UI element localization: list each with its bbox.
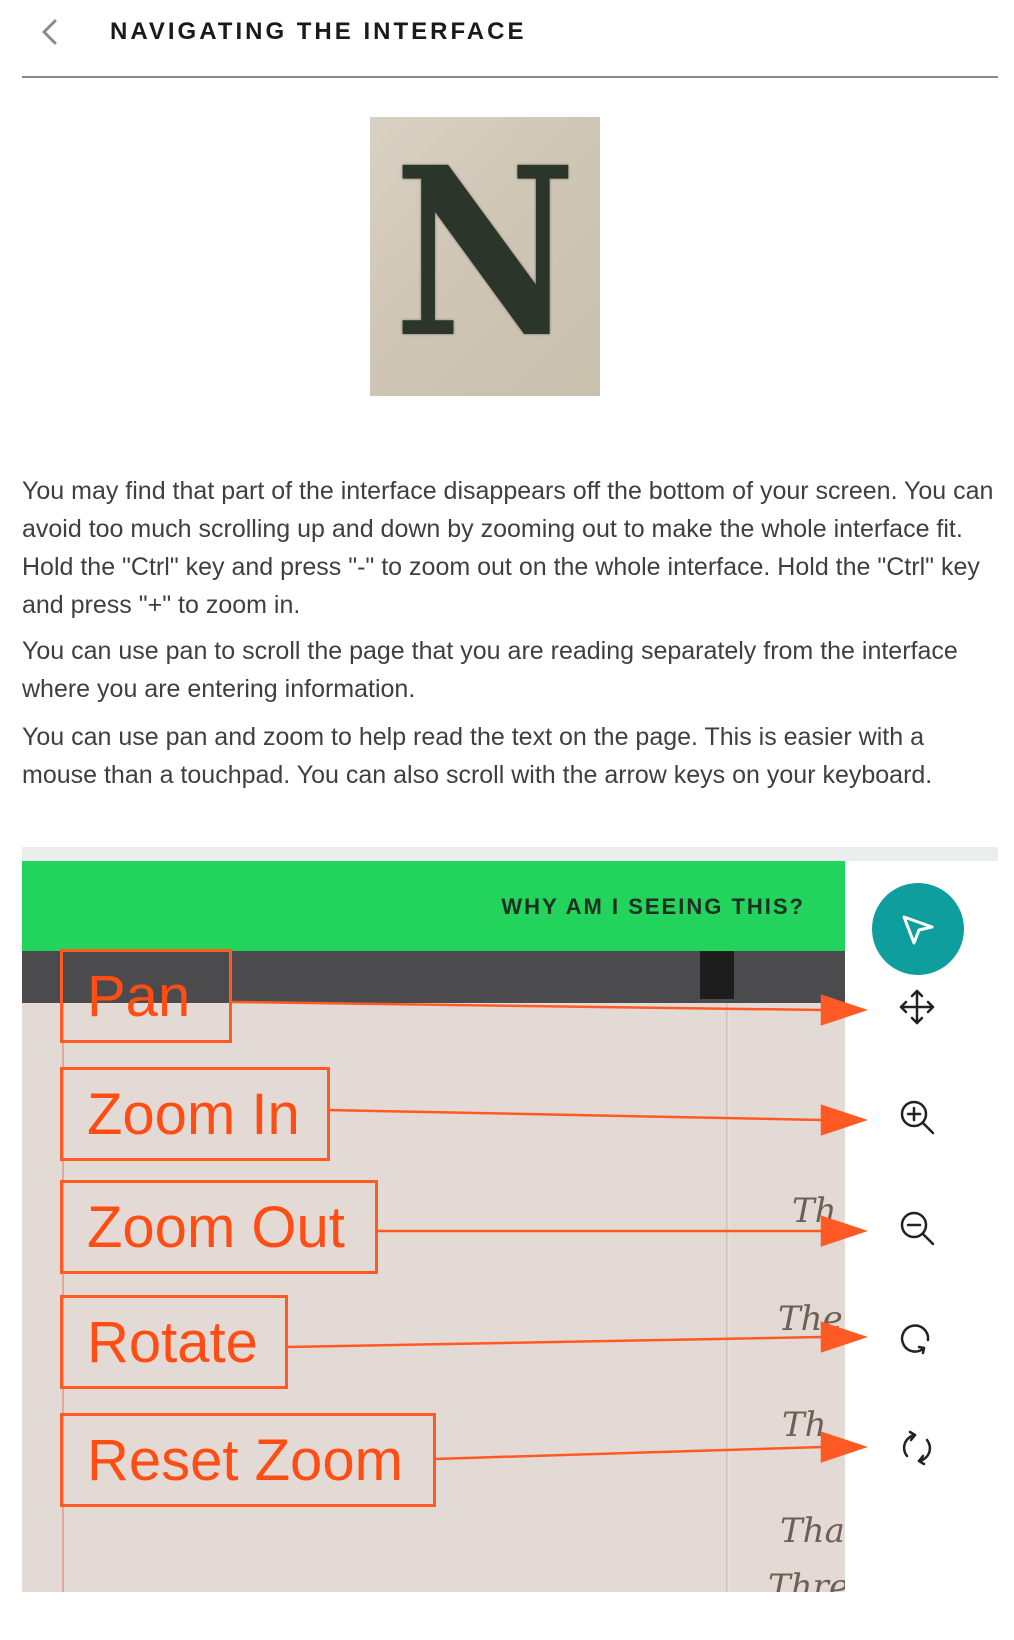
callout-zoom-in: Zoom In (60, 1067, 330, 1161)
callout-pan: Pan (60, 949, 232, 1043)
page-header: NAVIGATING THE INTERFACE (22, 0, 998, 78)
paragraph-pan: You can use pan to scroll the page that … (22, 637, 958, 703)
page-title: NAVIGATING THE INTERFACE (110, 18, 527, 45)
paragraph-pan-zoom: You can use pan and zoom to help read th… (22, 723, 933, 789)
reset-zoom-arrowhead (820, 1431, 868, 1463)
pan-connector (231, 1000, 823, 1012)
rotate-arrowhead (820, 1321, 868, 1353)
chevron-left-icon (42, 19, 57, 45)
callout-rotate: Rotate (60, 1295, 288, 1389)
zoom-in-connector (327, 1108, 823, 1122)
back-button[interactable] (32, 14, 68, 50)
example-letter: N (393, 117, 577, 389)
toolbar-illustration: WHY AM I SEEING THIS? Th The Th Tha Thre (22, 847, 998, 1592)
rotate-connector (285, 1335, 823, 1349)
zoom-in-arrowhead (820, 1104, 868, 1136)
callout-reset-zoom: Reset Zoom (60, 1413, 436, 1507)
pan-arrowhead (820, 994, 868, 1026)
paragraph-zoom-interface: You may find that part of the interface … (22, 477, 994, 619)
example-letter-image: N (370, 117, 600, 396)
zoom-out-arrowhead (820, 1215, 868, 1247)
reset-zoom-connector (433, 1445, 823, 1461)
callout-zoom-out: Zoom Out (60, 1180, 378, 1274)
